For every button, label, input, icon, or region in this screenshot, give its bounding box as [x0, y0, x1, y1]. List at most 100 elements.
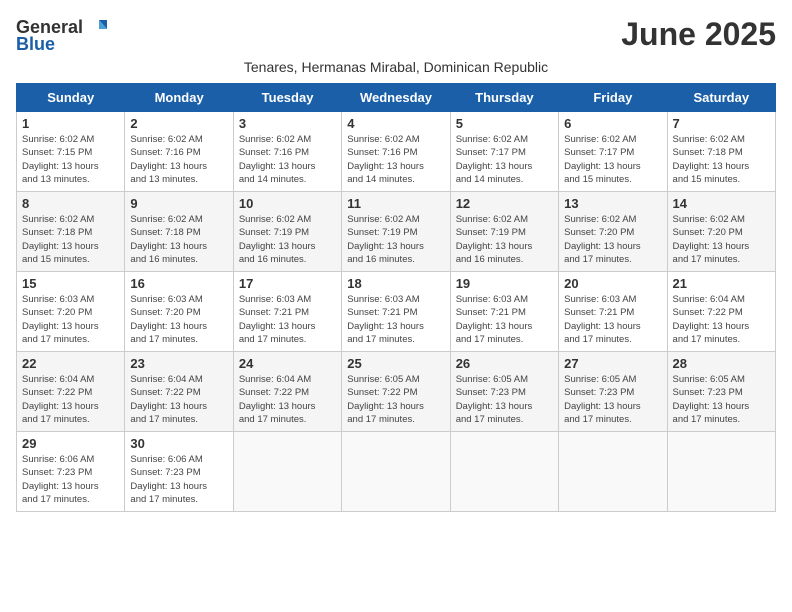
- day-number: 30: [130, 436, 227, 451]
- day-number: 15: [22, 276, 119, 291]
- day-detail: Sunrise: 6:02 AM Sunset: 7:17 PM Dayligh…: [456, 133, 553, 186]
- calendar-cell: [342, 432, 450, 512]
- calendar-cell: 30 Sunrise: 6:06 AM Sunset: 7:23 PM Dayli…: [125, 432, 233, 512]
- day-number: 13: [564, 196, 661, 211]
- day-number: 18: [347, 276, 444, 291]
- day-detail: Sunrise: 6:02 AM Sunset: 7:20 PM Dayligh…: [673, 213, 770, 266]
- day-detail: Sunrise: 6:02 AM Sunset: 7:19 PM Dayligh…: [239, 213, 336, 266]
- calendar-cell: 5 Sunrise: 6:02 AM Sunset: 7:17 PM Daylig…: [450, 112, 558, 192]
- day-number: 10: [239, 196, 336, 211]
- title-area: June 2025: [621, 16, 776, 53]
- day-number: 11: [347, 196, 444, 211]
- day-header-thursday: Thursday: [450, 84, 558, 112]
- day-detail: Sunrise: 6:02 AM Sunset: 7:16 PM Dayligh…: [347, 133, 444, 186]
- day-detail: Sunrise: 6:03 AM Sunset: 7:21 PM Dayligh…: [347, 293, 444, 346]
- day-detail: Sunrise: 6:04 AM Sunset: 7:22 PM Dayligh…: [130, 373, 227, 426]
- day-number: 9: [130, 196, 227, 211]
- day-detail: Sunrise: 6:02 AM Sunset: 7:18 PM Dayligh…: [673, 133, 770, 186]
- calendar-cell: 28 Sunrise: 6:05 AM Sunset: 7:23 PM Dayli…: [667, 352, 775, 432]
- calendar-cell: 7 Sunrise: 6:02 AM Sunset: 7:18 PM Daylig…: [667, 112, 775, 192]
- day-detail: Sunrise: 6:06 AM Sunset: 7:23 PM Dayligh…: [130, 453, 227, 506]
- day-header-tuesday: Tuesday: [233, 84, 341, 112]
- day-number: 14: [673, 196, 770, 211]
- day-detail: Sunrise: 6:02 AM Sunset: 7:17 PM Dayligh…: [564, 133, 661, 186]
- day-header-sunday: Sunday: [17, 84, 125, 112]
- calendar-cell: 1 Sunrise: 6:02 AM Sunset: 7:15 PM Daylig…: [17, 112, 125, 192]
- calendar-cell: 10 Sunrise: 6:02 AM Sunset: 7:19 PM Dayli…: [233, 192, 341, 272]
- day-number: 26: [456, 356, 553, 371]
- day-number: 20: [564, 276, 661, 291]
- day-detail: Sunrise: 6:05 AM Sunset: 7:22 PM Dayligh…: [347, 373, 444, 426]
- calendar-cell: 20 Sunrise: 6:03 AM Sunset: 7:21 PM Dayli…: [559, 272, 667, 352]
- day-detail: Sunrise: 6:02 AM Sunset: 7:19 PM Dayligh…: [456, 213, 553, 266]
- day-number: 19: [456, 276, 553, 291]
- day-header-wednesday: Wednesday: [342, 84, 450, 112]
- calendar-cell: 8 Sunrise: 6:02 AM Sunset: 7:18 PM Daylig…: [17, 192, 125, 272]
- header: General Blue June 2025: [16, 16, 776, 55]
- day-number: 27: [564, 356, 661, 371]
- calendar-cell: 14 Sunrise: 6:02 AM Sunset: 7:20 PM Dayli…: [667, 192, 775, 272]
- day-detail: Sunrise: 6:04 AM Sunset: 7:22 PM Dayligh…: [22, 373, 119, 426]
- day-detail: Sunrise: 6:02 AM Sunset: 7:18 PM Dayligh…: [130, 213, 227, 266]
- calendar-cell: 19 Sunrise: 6:03 AM Sunset: 7:21 PM Dayli…: [450, 272, 558, 352]
- calendar-cell: 15 Sunrise: 6:03 AM Sunset: 7:20 PM Dayli…: [17, 272, 125, 352]
- day-number: 21: [673, 276, 770, 291]
- calendar-cell: 25 Sunrise: 6:05 AM Sunset: 7:22 PM Dayli…: [342, 352, 450, 432]
- calendar-cell: 16 Sunrise: 6:03 AM Sunset: 7:20 PM Dayli…: [125, 272, 233, 352]
- calendar-cell: 29 Sunrise: 6:06 AM Sunset: 7:23 PM Dayli…: [17, 432, 125, 512]
- calendar-cell: 17 Sunrise: 6:03 AM Sunset: 7:21 PM Dayli…: [233, 272, 341, 352]
- calendar-cell: 2 Sunrise: 6:02 AM Sunset: 7:16 PM Daylig…: [125, 112, 233, 192]
- day-detail: Sunrise: 6:03 AM Sunset: 7:21 PM Dayligh…: [239, 293, 336, 346]
- calendar-cell: [450, 432, 558, 512]
- calendar-cell: 26 Sunrise: 6:05 AM Sunset: 7:23 PM Dayli…: [450, 352, 558, 432]
- day-detail: Sunrise: 6:03 AM Sunset: 7:20 PM Dayligh…: [22, 293, 119, 346]
- calendar-cell: 18 Sunrise: 6:03 AM Sunset: 7:21 PM Dayli…: [342, 272, 450, 352]
- calendar-cell: 23Sunrise: 6:04 AM Sunset: 7:22 PM Dayli…: [125, 352, 233, 432]
- day-number: 6: [564, 116, 661, 131]
- month-title: June 2025: [621, 16, 776, 53]
- day-header-saturday: Saturday: [667, 84, 775, 112]
- logo-blue: Blue: [16, 34, 55, 55]
- day-number: 2: [130, 116, 227, 131]
- day-header-monday: Monday: [125, 84, 233, 112]
- calendar-cell: 21 Sunrise: 6:04 AM Sunset: 7:22 PM Dayli…: [667, 272, 775, 352]
- calendar-cell: 13 Sunrise: 6:02 AM Sunset: 7:20 PM Dayli…: [559, 192, 667, 272]
- calendar-cell: 27 Sunrise: 6:05 AM Sunset: 7:23 PM Dayli…: [559, 352, 667, 432]
- day-number: 22: [22, 356, 119, 371]
- day-detail: Sunrise: 6:05 AM Sunset: 7:23 PM Dayligh…: [564, 373, 661, 426]
- day-number: 12: [456, 196, 553, 211]
- day-detail: Sunrise: 6:04 AM Sunset: 7:22 PM Dayligh…: [673, 293, 770, 346]
- day-number: 8: [22, 196, 119, 211]
- day-detail: Sunrise: 6:06 AM Sunset: 7:23 PM Dayligh…: [22, 453, 119, 506]
- day-detail: Sunrise: 6:02 AM Sunset: 7:18 PM Dayligh…: [22, 213, 119, 266]
- calendar-table: SundayMondayTuesdayWednesdayThursdayFrid…: [16, 83, 776, 512]
- day-number: 29: [22, 436, 119, 451]
- day-detail: Sunrise: 6:05 AM Sunset: 7:23 PM Dayligh…: [456, 373, 553, 426]
- calendar-cell: 3 Sunrise: 6:02 AM Sunset: 7:16 PM Daylig…: [233, 112, 341, 192]
- day-detail: Sunrise: 6:02 AM Sunset: 7:16 PM Dayligh…: [130, 133, 227, 186]
- day-number: 7: [673, 116, 770, 131]
- calendar-cell: 22 Sunrise: 6:04 AM Sunset: 7:22 PM Dayli…: [17, 352, 125, 432]
- calendar-cell: 12 Sunrise: 6:02 AM Sunset: 7:19 PM Dayli…: [450, 192, 558, 272]
- calendar-cell: 9 Sunrise: 6:02 AM Sunset: 7:18 PM Daylig…: [125, 192, 233, 272]
- calendar-cell: 6 Sunrise: 6:02 AM Sunset: 7:17 PM Daylig…: [559, 112, 667, 192]
- day-number: 5: [456, 116, 553, 131]
- day-detail: Sunrise: 6:02 AM Sunset: 7:15 PM Dayligh…: [22, 133, 119, 186]
- day-number: 3: [239, 116, 336, 131]
- day-detail: Sunrise: 6:03 AM Sunset: 7:21 PM Dayligh…: [456, 293, 553, 346]
- logo-icon: [85, 16, 107, 38]
- day-number: 25: [347, 356, 444, 371]
- calendar-cell: [667, 432, 775, 512]
- day-number: 28: [673, 356, 770, 371]
- day-detail: Sunrise: 6:02 AM Sunset: 7:16 PM Dayligh…: [239, 133, 336, 186]
- day-number: 16: [130, 276, 227, 291]
- day-number: 24: [239, 356, 336, 371]
- day-header-friday: Friday: [559, 84, 667, 112]
- day-number: 17: [239, 276, 336, 291]
- day-detail: Sunrise: 6:03 AM Sunset: 7:20 PM Dayligh…: [130, 293, 227, 346]
- day-number: 1: [22, 116, 119, 131]
- day-detail: Sunrise: 6:03 AM Sunset: 7:21 PM Dayligh…: [564, 293, 661, 346]
- day-detail: Sunrise: 6:05 AM Sunset: 7:23 PM Dayligh…: [673, 373, 770, 426]
- day-detail: Sunrise: 6:02 AM Sunset: 7:20 PM Dayligh…: [564, 213, 661, 266]
- logo: General Blue: [16, 16, 107, 55]
